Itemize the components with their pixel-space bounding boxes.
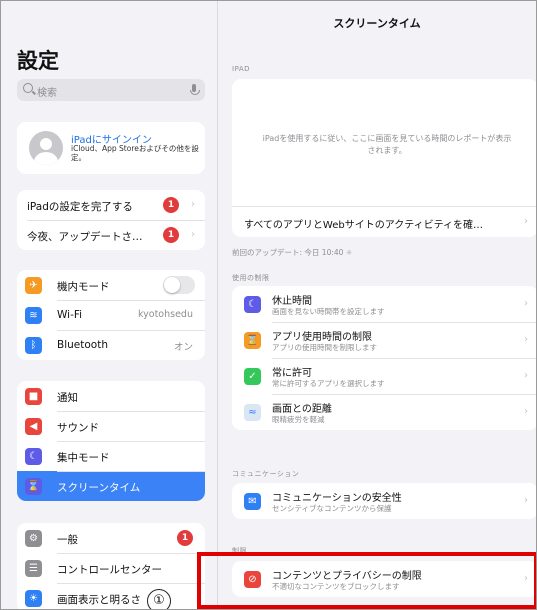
section-header-ipad: IPAD: [232, 65, 251, 73]
row-title: 画面との距離: [272, 404, 332, 415]
wifi-icon: ≋: [25, 307, 42, 324]
check-icon: ✓: [244, 368, 261, 385]
chevron-right-icon: ›: [524, 370, 528, 381]
limits-card: ☾ 休止時間 画面を見ない時間帯を設定します › ⌛ アプリ使用時間の制限 アプ…: [232, 286, 536, 430]
focus-group: ■ 通知 ◀ サウンド ☾ 集中モード ⌛ スクリーンタイム: [17, 381, 205, 501]
sidebar-item-control-center[interactable]: ☰ コントロールセンター: [17, 553, 205, 583]
sidebar-item-label: 集中モード: [57, 452, 110, 464]
search-input[interactable]: 検索: [17, 79, 205, 101]
chevron-right-icon: ›: [524, 334, 528, 345]
chevron-right-icon: ›: [524, 495, 528, 506]
main-panel: スクリーンタイム IPAD iPadを使用するに従い、ここに画面を見ている時間の…: [218, 1, 536, 609]
section-header-communication: コミュニケーション: [232, 470, 300, 478]
all-apps-activity-row[interactable]: すべてのアプリとWebサイトのアクティビティを確… ›: [232, 206, 536, 237]
communication-safety-row[interactable]: ✉ コミュニケーションの安全性 センシティブなコンテンツから保護 ›: [232, 483, 536, 519]
sidebar-item-airplane-mode[interactable]: ✈ 機内モード: [17, 270, 205, 300]
sidebar-title: 設定: [17, 49, 59, 73]
highlight-box: [197, 552, 536, 609]
app-limits-row[interactable]: ⌛ アプリ使用時間の制限 アプリの使用時間を制限します ›: [232, 322, 536, 358]
section-header-limits: 使用の制限: [232, 274, 270, 282]
sidebar-item-label: Wi-Fi: [57, 309, 83, 321]
all-apps-activity-label: すべてのアプリとWebサイトのアクティビティを確…: [244, 220, 484, 231]
sidebar-item-label: コントロールセンター: [57, 564, 162, 576]
bluetooth-icon: ᛒ: [25, 337, 42, 354]
sidebar-item-label: Bluetooth: [57, 339, 108, 351]
moon-icon: ☾: [25, 448, 42, 465]
hourglass-icon: ⌛: [25, 478, 42, 495]
bluetooth-status: オン: [173, 342, 193, 353]
report-placeholder-text: iPadを使用するに従い、ここに画面を見ている時間のレポートが表示されます。: [262, 134, 512, 155]
sidebar-item-label: 機内モード: [57, 281, 110, 293]
sidebar-item-focus[interactable]: ☾ 集中モード: [17, 441, 205, 471]
activity-report: iPadを使用するに従い、ここに画面を見ている時間のレポートが表示されます。: [232, 79, 536, 206]
sidebar-item-display[interactable]: ☀ 画面表示と明るさ: [17, 583, 205, 609]
notification-badge: 1: [177, 530, 193, 546]
step-number-marker: ①: [147, 589, 171, 609]
row-title: 常に許可: [272, 368, 312, 379]
sidebar-item-label: サウンド: [57, 422, 99, 434]
sidebar-item-label: スクリーンタイム: [57, 482, 141, 494]
row-title: コミュニケーションの安全性: [272, 493, 402, 504]
chat-icon: ✉: [244, 493, 261, 510]
notification-icon: ■: [25, 388, 42, 405]
sidebar-item-update-tonight[interactable]: 今夜、アップデートさ… 1 ›: [17, 220, 205, 250]
avatar: [29, 131, 63, 165]
sidebar-item-label: 一般: [57, 534, 78, 546]
search-placeholder: 検索: [37, 88, 57, 99]
notification-badge: 1: [163, 227, 179, 243]
airplane-mode-toggle[interactable]: [163, 276, 195, 294]
airplane-icon: ✈: [25, 277, 42, 294]
sidebar-item-finish-setup[interactable]: iPadの設定を完了する 1 ›: [17, 190, 205, 220]
sidebar: 設定 検索 iPadにサインイン iCloud、App Storeおよびその他を…: [1, 1, 218, 609]
hourglass-icon: ⌛: [244, 332, 261, 349]
row-subtitle: 画面を見ない時間帯を設定します: [272, 307, 385, 316]
row-subtitle: センシティブなコンテンツから保護: [272, 504, 392, 513]
sidebar-item-notifications[interactable]: ■ 通知: [17, 381, 205, 411]
sidebar-item-wifi[interactable]: ≋ Wi-Fi kyotohsedu: [17, 300, 205, 330]
signin-card[interactable]: iPadにサインイン iCloud、App Storeおよびその他を設定。: [17, 122, 205, 174]
ipad-settings-window: 設定 検索 iPadにサインイン iCloud、App Storeおよびその他を…: [0, 0, 537, 610]
sidebar-item-bluetooth[interactable]: ᛒ Bluetooth オン: [17, 330, 205, 360]
sidebar-item-screen-time[interactable]: ⌛ スクリーンタイム: [17, 471, 205, 501]
connectivity-group: ✈ 機内モード ≋ Wi-Fi kyotohsedu ᛒ Bluetooth オ…: [17, 270, 205, 360]
search-icon: [23, 83, 33, 93]
chevron-right-icon: ›: [191, 199, 195, 210]
notification-badge: 1: [163, 197, 179, 213]
loading-spinner-icon: ✳: [345, 248, 353, 257]
chevron-right-icon: ›: [524, 406, 528, 417]
row-subtitle: 眼精疲労を軽減: [272, 415, 325, 424]
wifi-network-name: kyotohsedu: [137, 309, 193, 320]
switches-icon: ☰: [25, 560, 42, 577]
row-title: 休止時間: [272, 296, 312, 307]
chevron-right-icon: ›: [191, 229, 195, 240]
general-group: ⚙ 一般 1 ☰ コントロールセンター ☀ 画面表示と明るさ: [17, 523, 205, 609]
signin-subtitle: iCloud、App Storeおよびその他を設定。: [71, 144, 199, 162]
sidebar-item-label: 今夜、アップデートさ…: [27, 231, 143, 243]
always-allowed-row[interactable]: ✓ 常に許可 常に許可するアプリを選択します ›: [232, 358, 536, 394]
distance-icon: ≈: [244, 404, 261, 421]
gear-icon: ⚙: [25, 530, 42, 547]
sidebar-item-label: 通知: [57, 392, 78, 404]
sidebar-item-label: 画面表示と明るさ: [57, 594, 141, 606]
microphone-icon[interactable]: [190, 84, 200, 95]
sound-icon: ◀: [25, 418, 42, 435]
row-subtitle: アプリの使用時間を制限します: [272, 343, 377, 352]
setup-group: iPadの設定を完了する 1 › 今夜、アップデートさ… 1 ›: [17, 190, 205, 250]
communication-card: ✉ コミュニケーションの安全性 センシティブなコンテンツから保護 ›: [232, 483, 536, 519]
downtime-icon: ☾: [244, 296, 261, 313]
sidebar-item-label: iPadの設定を完了する: [27, 201, 133, 213]
screen-distance-row[interactable]: ≈ 画面との距離 眼精疲労を軽減 ›: [232, 394, 536, 430]
brightness-icon: ☀: [25, 590, 42, 607]
row-subtitle: 常に許可するアプリを選択します: [272, 379, 385, 388]
sidebar-item-sound[interactable]: ◀ サウンド: [17, 411, 205, 441]
sidebar-item-general[interactable]: ⚙ 一般 1: [17, 523, 205, 553]
chevron-right-icon: ›: [524, 298, 528, 309]
downtime-row[interactable]: ☾ 休止時間 画面を見ない時間帯を設定します ›: [232, 286, 536, 322]
activity-card: iPadを使用するに従い、ここに画面を見ている時間のレポートが表示されます。 す…: [232, 79, 536, 237]
chevron-right-icon: ›: [524, 216, 528, 227]
last-update-text: 前回のアップデート: 今日 10:40 ✳: [232, 248, 353, 257]
row-title: アプリ使用時間の制限: [272, 332, 372, 343]
page-title: スクリーンタイム: [333, 17, 421, 30]
